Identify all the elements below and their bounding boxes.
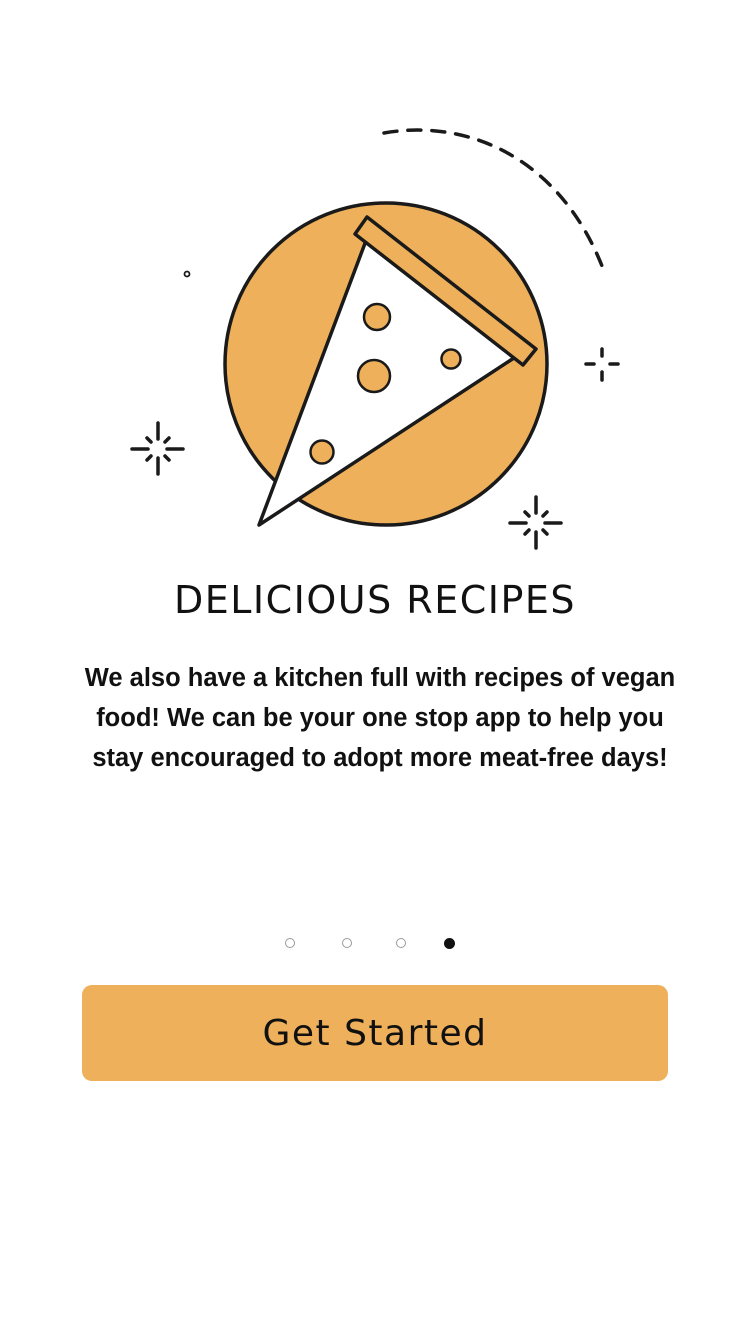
page-dot-4[interactable] bbox=[443, 937, 455, 949]
small-circle-decoration bbox=[183, 270, 191, 278]
onboarding-title: DELICIOUS RECIPES bbox=[173, 578, 576, 622]
page-indicator bbox=[0, 936, 750, 950]
page-dot-3[interactable] bbox=[396, 938, 406, 948]
sparkle-plus-icon bbox=[584, 347, 620, 382]
page-dot-2[interactable] bbox=[342, 938, 352, 948]
get-started-button[interactable]: Get Started bbox=[82, 985, 668, 1081]
sparkle-icon bbox=[130, 421, 185, 476]
page-dot-1[interactable] bbox=[285, 938, 295, 948]
sparkle-icon bbox=[508, 495, 563, 550]
onboarding-description: We also have a kitchen full with recipes… bbox=[84, 664, 676, 772]
pizza-illustration bbox=[130, 128, 620, 550]
